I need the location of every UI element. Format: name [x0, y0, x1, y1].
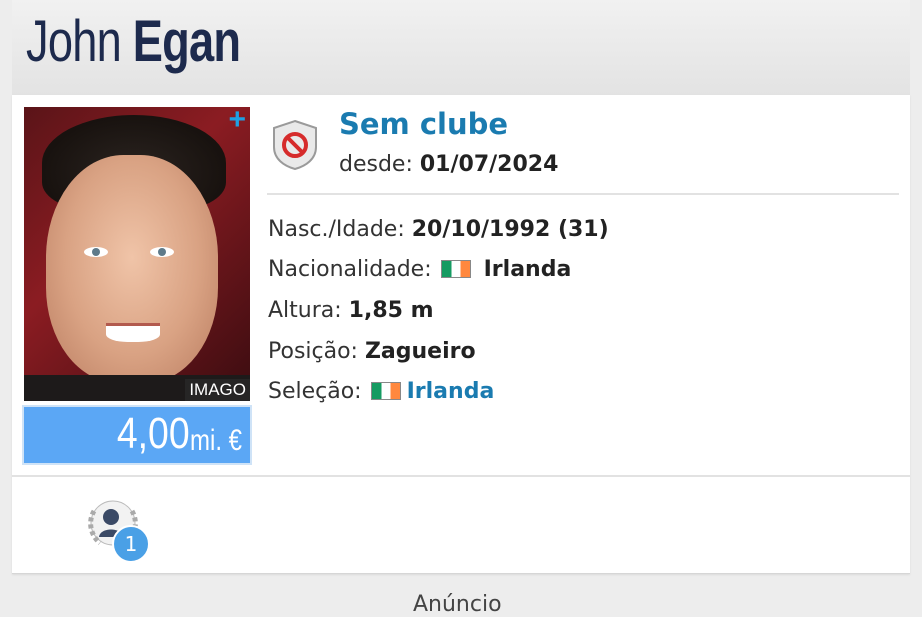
height-value: 1,85 m — [348, 298, 434, 323]
player-first-name: John — [26, 9, 122, 74]
market-value-unit: mi. € — [189, 424, 242, 457]
national-team-row: Seleção: Irlanda — [268, 379, 494, 404]
player-name: John Egan — [26, 8, 241, 75]
player-card: + IMAGO 4,00 mi. € Sem clube desde: 01/0… — [12, 95, 910, 574]
nationality-value: Irlanda — [483, 257, 572, 282]
profile-header: John Egan — [12, 0, 910, 95]
club-since-date: 01/07/2024 — [419, 152, 559, 177]
height-label: Altura: — [268, 298, 342, 323]
player-last-name: Egan — [132, 9, 241, 74]
club-since-label: desde: — [339, 152, 413, 177]
section-divider — [267, 193, 899, 195]
nationality-row: Nacionalidade: Irlanda — [268, 257, 571, 282]
market-value-box[interactable]: 4,00 mi. € — [22, 405, 252, 465]
ireland-flag-icon — [440, 260, 471, 278]
player-photo[interactable]: + IMAGO — [24, 107, 250, 401]
award-count-badge: 1 — [112, 525, 150, 563]
photo-face — [46, 155, 218, 383]
nationality-label: Nacionalidade: — [268, 257, 432, 282]
ireland-flag-icon — [370, 382, 401, 400]
national-team-label: Seleção: — [268, 379, 362, 404]
no-club-shield-icon — [273, 119, 317, 171]
height-row: Altura: 1,85 m — [268, 298, 434, 323]
birth-value: 20/10/1992 (31) — [411, 217, 609, 242]
photo-mouth — [106, 323, 160, 342]
awards-divider — [12, 475, 910, 477]
photo-eye-right — [150, 247, 174, 257]
birth-label: Nasc./Idade: — [268, 217, 405, 242]
photo-credit: IMAGO — [185, 379, 250, 401]
position-label: Posição: — [268, 339, 358, 364]
club-since: desde: 01/07/2024 — [339, 152, 558, 177]
national-team-link[interactable]: Irlanda — [407, 379, 495, 404]
photo-eye-left — [84, 247, 108, 257]
market-value-amount: 4,00 — [117, 409, 190, 458]
ad-label: Anúncio — [413, 592, 502, 617]
club-name[interactable]: Sem clube — [339, 107, 508, 141]
birth-row: Nasc./Idade: 20/10/1992 (31) — [268, 217, 609, 242]
add-icon[interactable]: + — [228, 107, 246, 137]
position-row: Posição: Zagueiro — [268, 339, 476, 364]
position-value: Zagueiro — [364, 339, 476, 364]
